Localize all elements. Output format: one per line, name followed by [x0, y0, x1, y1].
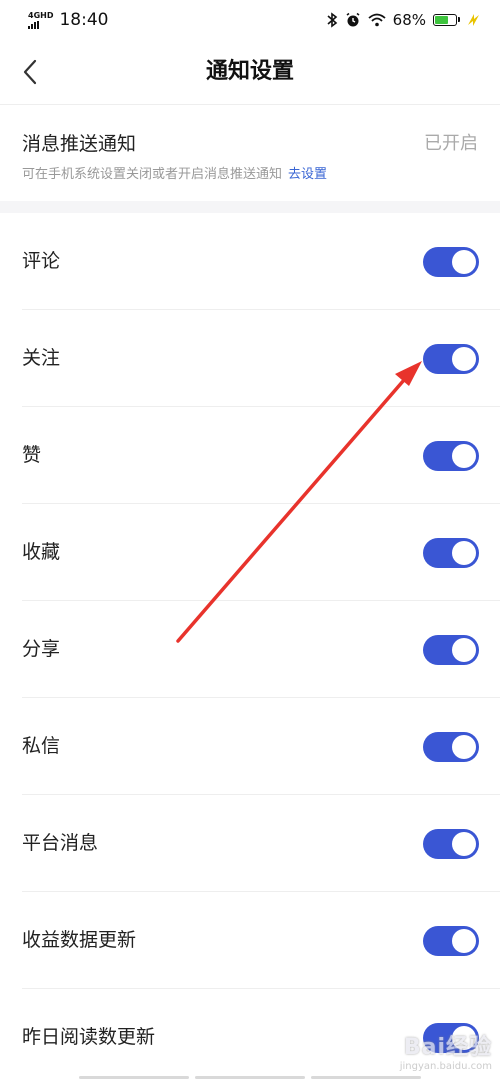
setting-row-follow: 关注 — [0, 310, 500, 407]
private-message-toggle[interactable] — [423, 732, 479, 762]
comment-toggle[interactable] — [423, 247, 479, 277]
notification-settings-list: 评论 关注 赞 收藏 分享 私信 平台消息 收益数据更新 昨日阅读数更新 — [0, 213, 500, 1086]
status-right: 68% — [326, 11, 482, 29]
push-description: 可在手机系统设置关闭或者开启消息推送通知 去设置 — [22, 163, 327, 182]
follow-toggle[interactable] — [423, 344, 479, 374]
watermark-logo: Bai经验 jingyan.baidu.com — [400, 1029, 492, 1072]
bluetooth-icon — [327, 12, 337, 28]
watermark-sub: jingyan.baidu.com — [399, 1061, 492, 1072]
setting-label: 收藏 — [22, 541, 61, 563]
share-toggle[interactable] — [423, 635, 479, 665]
toggle-knob — [452, 735, 476, 759]
status-left: 4GHD 18:40 — [28, 10, 108, 30]
setting-row-like: 赞 — [0, 407, 500, 504]
push-description-text: 可在手机系统设置关闭或者开启消息推送通知 — [22, 167, 283, 182]
wifi-icon — [368, 13, 386, 27]
setting-label: 赞 — [22, 444, 42, 466]
setting-label: 昨日阅读数更新 — [22, 1026, 156, 1048]
setting-label: 平台消息 — [22, 832, 99, 854]
setting-label: 关注 — [22, 347, 61, 369]
setting-label: 私信 — [22, 735, 61, 757]
push-status: 已开启 — [424, 133, 478, 154]
push-notification-section: 消息推送通知 已开启 可在手机系统设置关闭或者开启消息推送通知 去设置 — [0, 105, 500, 201]
back-button[interactable] — [10, 50, 50, 94]
setting-row-share: 分享 — [0, 601, 500, 698]
toggle-knob — [452, 638, 476, 662]
setting-label: 评论 — [22, 250, 61, 272]
home-indicator — [0, 1076, 500, 1080]
earnings-update-toggle[interactable] — [423, 926, 479, 956]
nav-bar: 通知设置 — [0, 40, 500, 105]
page-title: 通知设置 — [205, 59, 294, 84]
setting-row-comment: 评论 — [0, 213, 500, 310]
signal-icon: 4GHD — [28, 10, 54, 29]
setting-label: 收益数据更新 — [22, 929, 137, 951]
setting-row-platform-message: 平台消息 — [0, 795, 500, 892]
section-divider — [0, 201, 500, 213]
favorite-toggle[interactable] — [423, 538, 479, 568]
platform-message-toggle[interactable] — [423, 829, 479, 859]
like-toggle[interactable] — [423, 441, 479, 471]
toggle-knob — [452, 444, 476, 468]
chevron-left-icon — [23, 59, 37, 85]
charging-icon — [468, 14, 479, 26]
status-time: 18:40 — [59, 10, 109, 30]
toggle-knob — [452, 929, 476, 953]
setting-row-private-message: 私信 — [0, 698, 500, 795]
network-type: 4GHD — [28, 10, 54, 20]
setting-label: 分享 — [22, 638, 61, 660]
toggle-knob — [452, 541, 476, 565]
push-title: 消息推送通知 — [22, 133, 137, 155]
status-bar: 4GHD 18:40 68% — [0, 0, 500, 40]
battery-percent: 68% — [392, 11, 426, 29]
watermark-main: Bai经验 — [403, 1035, 492, 1060]
setting-row-earnings-update: 收益数据更新 — [0, 892, 500, 989]
toggle-knob — [452, 250, 476, 274]
battery-icon — [433, 14, 460, 26]
toggle-knob — [452, 347, 476, 371]
setting-row-favorite: 收藏 — [0, 504, 500, 601]
alarm-icon — [346, 12, 360, 27]
toggle-knob — [452, 832, 476, 856]
go-settings-link[interactable]: 去设置 — [288, 167, 327, 182]
